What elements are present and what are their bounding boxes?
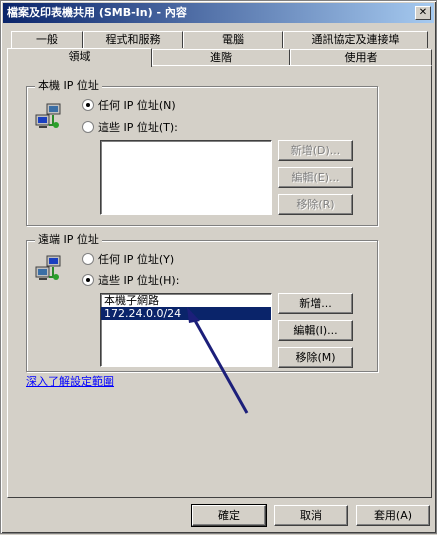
- local-add-button[interactable]: 新增(D)...: [278, 140, 353, 161]
- remote-ip-group-title: 遠端 IP 位址: [35, 233, 102, 247]
- window-title: 檔案及印表機共用 (SMB-In) - 內容: [7, 6, 187, 19]
- properties-dialog: 檔案及印表機共用 (SMB-In) - 內容 ✕ 一般 程式和服務 電腦 通訊協…: [0, 0, 437, 534]
- local-any-ip-label: 任何 IP 位址(N): [98, 99, 176, 112]
- scope-tab-panel: 本機 IP 位址 任何 IP 位址(N) 這些 IP 位址(T): 新增(D).…: [7, 65, 432, 498]
- remote-edit-button[interactable]: 編輯(I)...: [278, 320, 353, 341]
- remote-add-button[interactable]: 新增...: [278, 293, 353, 314]
- tab-users[interactable]: 使用者: [290, 49, 432, 66]
- network-computers-icon: [35, 103, 61, 128]
- apply-button[interactable]: 套用(A): [356, 505, 430, 526]
- local-remove-button[interactable]: 移除(R): [278, 194, 353, 215]
- remote-these-ip-radio[interactable]: 這些 IP 位址(H):: [82, 274, 179, 288]
- local-these-ip-radio-dot[interactable]: [82, 121, 94, 133]
- remote-these-ip-label: 這些 IP 位址(H):: [98, 274, 180, 287]
- tab-programs-services[interactable]: 程式和服務: [83, 31, 183, 48]
- local-ip-group-title: 本機 IP 位址: [35, 79, 102, 93]
- list-item-selected[interactable]: 172.24.0.0/24: [101, 307, 271, 320]
- local-any-ip-radio-dot[interactable]: [82, 99, 94, 111]
- tab-scope[interactable]: 領域: [7, 48, 152, 67]
- remote-ip-list[interactable]: 本機子網路 172.24.0.0/24: [100, 293, 272, 367]
- local-ip-list[interactable]: [100, 140, 272, 215]
- tab-computers[interactable]: 電腦: [183, 31, 283, 48]
- remote-these-ip-radio-dot[interactable]: [82, 274, 94, 286]
- learn-scope-link[interactable]: 深入了解設定範圍: [26, 375, 114, 389]
- remote-ip-group: 遠端 IP 位址 任何 IP 位址(Y) 這些 IP 位址(H): 本機子網路 …: [26, 233, 378, 372]
- tab-protocols-ports[interactable]: 通訊協定及連接埠: [283, 31, 428, 48]
- local-ip-group: 本機 IP 位址 任何 IP 位址(N) 這些 IP 位址(T): 新增(D).…: [26, 79, 378, 226]
- ok-button[interactable]: 確定: [191, 504, 267, 527]
- local-edit-button[interactable]: 編輯(E)...: [278, 167, 353, 188]
- remote-any-ip-radio-dot[interactable]: [82, 253, 94, 265]
- cancel-button[interactable]: 取消: [274, 505, 348, 526]
- tab-general[interactable]: 一般: [11, 31, 83, 48]
- remote-remove-button[interactable]: 移除(M): [278, 347, 353, 368]
- remote-any-ip-label: 任何 IP 位址(Y): [98, 253, 175, 266]
- title-bar: 檔案及印表機共用 (SMB-In) - 內容 ✕: [3, 3, 434, 23]
- tab-advanced[interactable]: 進階: [152, 49, 290, 66]
- local-these-ip-radio[interactable]: 這些 IP 位址(T):: [82, 121, 178, 135]
- local-any-ip-radio[interactable]: 任何 IP 位址(N): [82, 99, 176, 113]
- network-computers-icon: [35, 255, 61, 280]
- local-these-ip-label: 這些 IP 位址(T):: [98, 121, 178, 134]
- list-item[interactable]: 本機子網路: [101, 294, 271, 307]
- remote-any-ip-radio[interactable]: 任何 IP 位址(Y): [82, 253, 174, 267]
- close-button[interactable]: ✕: [415, 6, 431, 20]
